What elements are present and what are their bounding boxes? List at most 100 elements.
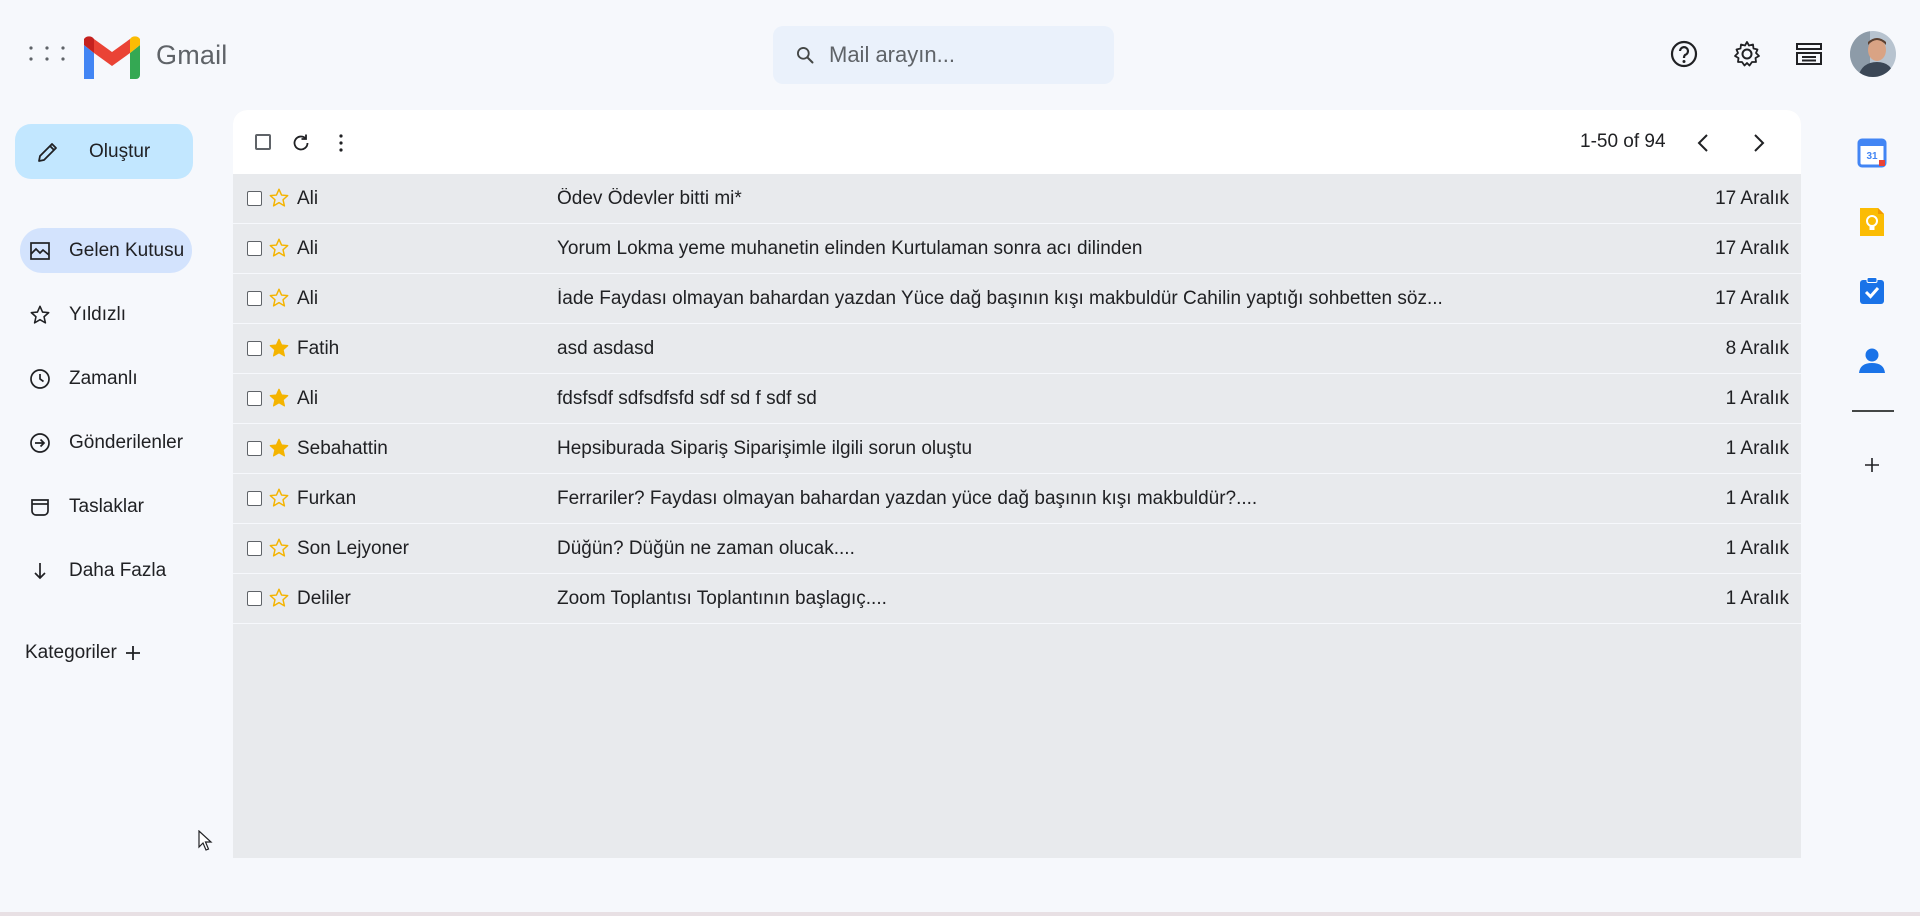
star-filled-icon[interactable] — [268, 337, 292, 361]
refresh-icon — [293, 134, 309, 151]
help-icon — [1670, 40, 1698, 68]
top-header: Gmail — [0, 0, 1920, 108]
star-filled-icon[interactable] — [268, 437, 292, 461]
email-sender: Ali — [297, 388, 319, 409]
refresh-button[interactable] — [288, 130, 314, 156]
tasks-icon — [1860, 277, 1884, 304]
email-sender: Son Lejyoner — [297, 538, 409, 559]
inbox-icon — [28, 239, 52, 263]
sidebar-item-label: Gelen Kutusu — [69, 239, 185, 261]
contacts-app-button[interactable] — [1853, 341, 1891, 379]
email-subject: Ödev Ödevler bitti mi* — [557, 188, 742, 209]
email-sender: Ali — [297, 288, 319, 309]
email-sender: Deliler — [297, 588, 351, 609]
email-date: 8 Aralık — [1725, 338, 1789, 359]
email-date: 1 Aralık — [1725, 488, 1789, 509]
layout-icon — [1796, 43, 1822, 65]
draft-icon — [28, 495, 52, 519]
email-subject: fdsfsdf sdfsdfsfd sdf sd f sdf sd — [557, 388, 817, 409]
email-subject: İade Faydası olmayan bahardan yazdan Yüc… — [557, 288, 1443, 309]
star-outline-icon[interactable] — [268, 487, 292, 511]
sidebar-item-inbox[interactable]: Gelen Kutusu — [20, 228, 192, 273]
apps-menu-button[interactable] — [26, 40, 68, 68]
help-button[interactable] — [1666, 36, 1702, 72]
email-row[interactable]: Fatih asd asdasd 8 Aralık — [233, 324, 1801, 374]
calendar-icon: 31 — [1857, 138, 1887, 168]
star-outline-icon[interactable] — [268, 537, 292, 561]
email-row[interactable]: Ali fdsfsdf sdfsdfsfd sdf sd f sdf sd 1 Ar… — [233, 374, 1801, 424]
email-sender: Sebahattin — [297, 438, 388, 459]
row-checkbox[interactable] — [247, 491, 262, 506]
sidebar-item-sent[interactable]: Gönderilenler — [20, 420, 192, 465]
sidebar-item-starred[interactable]: Yıldızlı — [20, 292, 192, 337]
list-toolbar: 1-50 of 94 — [233, 110, 1801, 174]
more-options-button[interactable] — [328, 130, 354, 156]
email-row[interactable]: Ali Yorum Lokma yeme muhanetin elinden Ku… — [233, 224, 1801, 274]
star-outline-icon[interactable] — [268, 187, 292, 211]
select-all-checkbox[interactable] — [255, 134, 271, 150]
keep-icon — [1860, 208, 1884, 236]
gear-icon — [1734, 41, 1760, 67]
email-row[interactable]: Deliler Zoom Toplantısı Toplantının başla… — [233, 574, 1801, 624]
email-subject: Düğün? Düğün ne zaman olucak.... — [557, 538, 855, 559]
next-page-button[interactable] — [1746, 130, 1772, 156]
sidebar-item-more[interactable]: Daha Fazla — [20, 548, 192, 593]
search-bar[interactable] — [773, 26, 1114, 84]
sidebar-item-label: Gönderilenler — [69, 431, 184, 453]
prev-page-button[interactable] — [1690, 130, 1716, 156]
star-outline-icon[interactable] — [268, 287, 292, 311]
row-checkbox[interactable] — [247, 341, 262, 356]
sidebar-item-drafts[interactable]: Taslaklar — [20, 484, 192, 529]
mail-list-panel: 1-50 of 94 Ali Ödev Ödevler bitti mi* 17 A… — [233, 110, 1801, 858]
email-row[interactable]: Sebahattin Hepsiburada Sipariş Siparişiml… — [233, 424, 1801, 474]
email-row[interactable]: Son Lejyoner Düğün? Düğün ne zaman olucak… — [233, 524, 1801, 574]
row-checkbox[interactable] — [247, 191, 262, 206]
email-subject: Ferrariler? Faydası olmayan bahardan yaz… — [557, 488, 1258, 509]
email-date: 1 Aralık — [1725, 438, 1789, 459]
plus-icon — [125, 646, 140, 660]
row-checkbox[interactable] — [247, 391, 262, 406]
row-checkbox[interactable] — [247, 291, 262, 306]
email-subject: Hepsiburada Sipariş Siparişimle ilgili s… — [557, 438, 973, 459]
email-date: 1 Aralık — [1725, 388, 1789, 409]
calendar-app-button[interactable]: 31 — [1853, 134, 1891, 172]
star-icon — [28, 303, 52, 327]
email-sender: Ali — [297, 188, 319, 209]
sidebar-item-label: Daha Fazla — [69, 559, 167, 581]
sidebar-item-scheduled[interactable]: Zamanlı — [20, 356, 192, 401]
mouse-cursor-icon — [198, 830, 213, 851]
email-row[interactable]: Ali Ödev Ödevler bitti mi* 17 Aralık — [233, 174, 1801, 224]
email-row[interactable]: Furkan Ferrariler? Faydası olmayan bahard… — [233, 474, 1801, 524]
sidebar-nav: Gelen Kutusu Yıldızlı Zamanlı Gönderilen… — [20, 228, 192, 612]
density-button[interactable] — [1791, 36, 1827, 72]
row-checkbox[interactable] — [247, 541, 262, 556]
keep-app-button[interactable] — [1853, 203, 1891, 241]
compose-button[interactable]: Oluştur — [15, 124, 193, 179]
star-outline-icon[interactable] — [268, 237, 292, 261]
get-addons-button[interactable] — [1853, 446, 1891, 484]
row-checkbox[interactable] — [247, 591, 262, 606]
categories-header: Kategoriler — [25, 642, 143, 664]
account-avatar[interactable] — [1850, 31, 1896, 77]
row-checkbox[interactable] — [247, 441, 262, 456]
sidebar-item-label: Taslaklar — [69, 495, 144, 517]
gmail-logo[interactable]: Gmail — [80, 31, 228, 79]
chevron-right-icon — [1754, 134, 1765, 152]
search-input[interactable] — [829, 42, 1099, 68]
email-date: 1 Aralık — [1725, 588, 1789, 609]
email-date: 17 Aralık — [1715, 238, 1789, 259]
email-date: 17 Aralık — [1715, 188, 1789, 209]
email-subject: Yorum Lokma yeme muhanetin elinden Kurtu… — [557, 238, 1143, 259]
add-app-icon — [1865, 458, 1879, 472]
add-category-button[interactable] — [123, 643, 143, 663]
categories-label: Kategoriler — [25, 642, 117, 663]
star-filled-icon[interactable] — [268, 387, 292, 411]
star-outline-icon[interactable] — [268, 587, 292, 611]
calendar-day: 31 — [1866, 151, 1878, 162]
tasks-app-button[interactable] — [1853, 272, 1891, 310]
settings-button[interactable] — [1729, 36, 1765, 72]
apps-icon — [29, 46, 65, 61]
row-checkbox[interactable] — [247, 241, 262, 256]
email-row[interactable]: Ali İade Faydası olmayan bahardan yazdan … — [233, 274, 1801, 324]
sidebar-item-label: Yıldızlı — [69, 303, 127, 325]
